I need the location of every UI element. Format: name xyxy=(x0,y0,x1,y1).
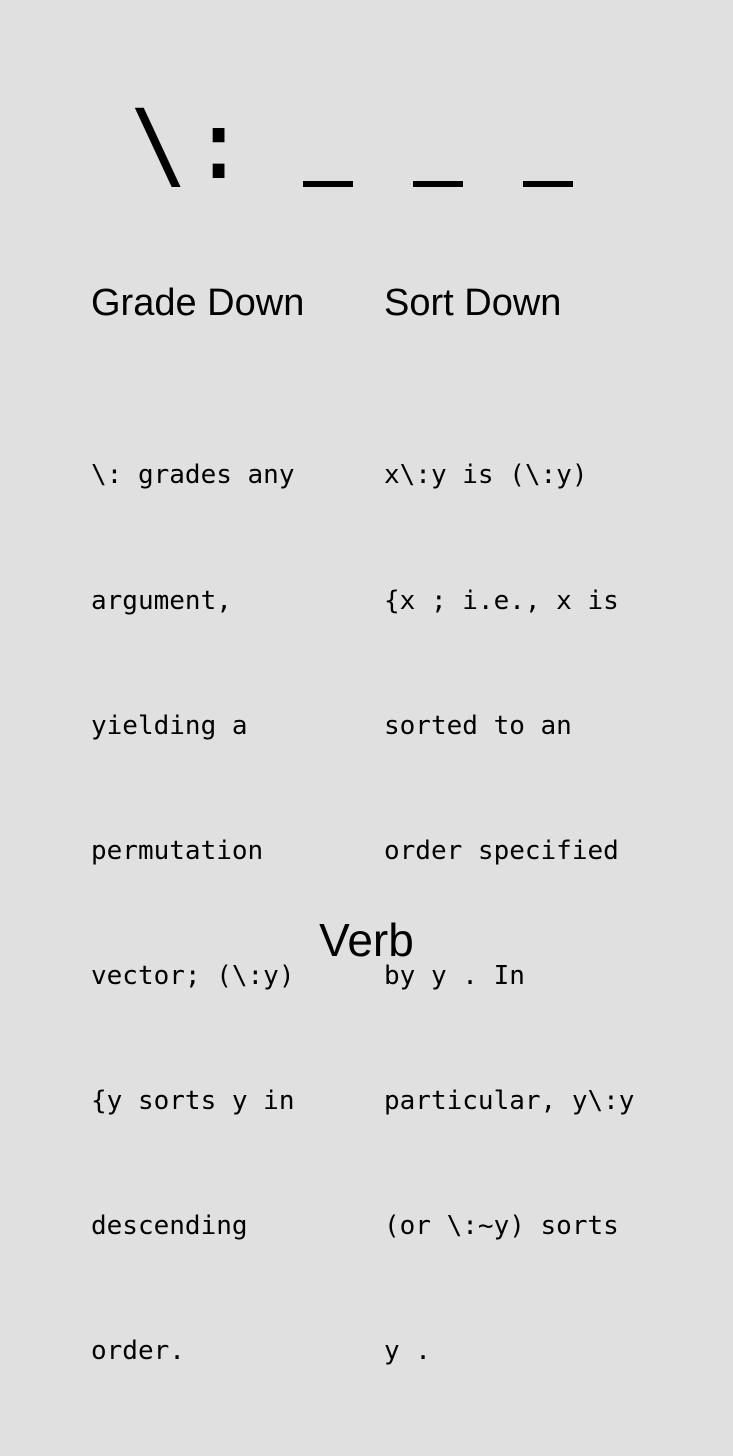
monad-line: descending xyxy=(91,1211,248,1242)
monad-column: Grade Down \: grades any argument, yield… xyxy=(91,278,381,1456)
monad-line: argument, xyxy=(91,585,232,616)
dyad-heading: Sort Down xyxy=(384,282,562,324)
monad-line: yielding a xyxy=(91,710,248,741)
rank-blank-1 xyxy=(303,181,353,187)
dyad-line: order specified xyxy=(384,835,619,866)
dyad-line: y . xyxy=(384,1336,431,1367)
primitive-symbol: \: xyxy=(130,89,250,201)
rank-blank-3 xyxy=(523,181,573,187)
dyad-line: x\:y is (\:y) xyxy=(384,460,588,491)
dyad-line: sorted to an xyxy=(384,710,572,741)
monad-line: {y sorts y in xyxy=(91,1085,295,1116)
part-of-speech: Verb xyxy=(319,914,414,966)
dyad-line: particular, y\:y xyxy=(384,1085,635,1116)
monad-line: permutation xyxy=(91,835,264,866)
monad-line: order. xyxy=(91,1336,185,1367)
monad-line: \: grades any xyxy=(91,460,295,491)
card-title: \: xyxy=(0,80,733,210)
dyad-line: (or \:~y) sorts xyxy=(384,1211,619,1242)
rank-blank-2 xyxy=(413,181,463,187)
monad-heading: Grade Down xyxy=(91,282,305,324)
dyad-line: {x ; i.e., x is xyxy=(384,585,619,616)
dyad-column: Sort Down x\:y is (\:y) {x ; i.e., x is … xyxy=(384,278,684,1456)
